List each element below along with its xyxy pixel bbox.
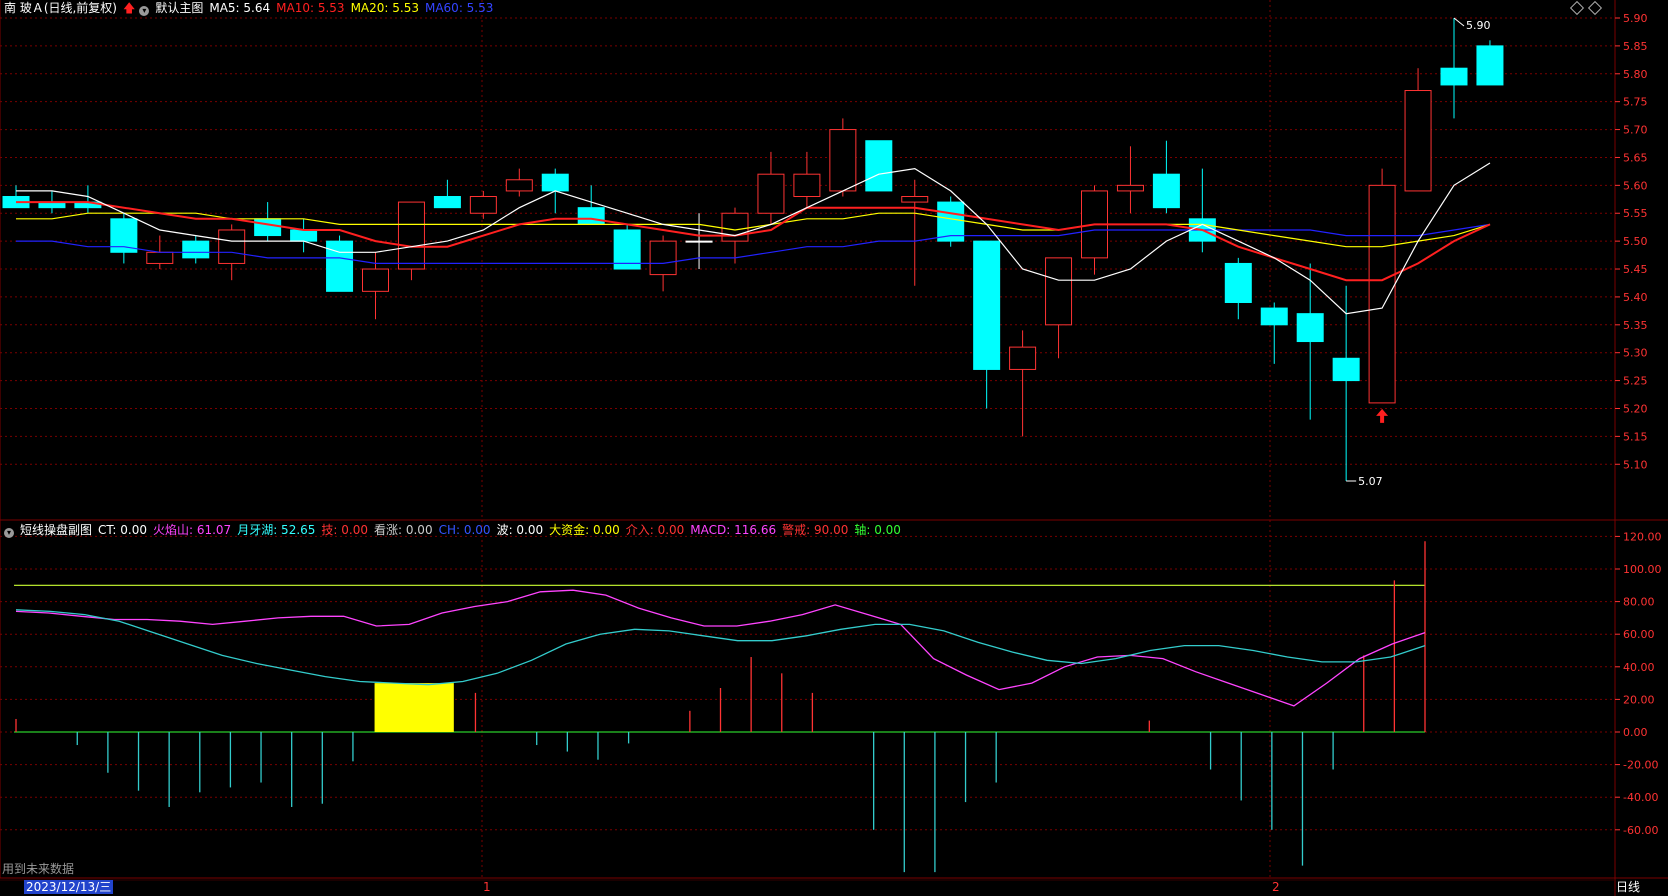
candle-body (1224, 262, 1252, 303)
y-tick-label: 5.20 (1623, 402, 1648, 415)
dazijin-block (374, 683, 454, 732)
y-tick-label: 5.60 (1623, 179, 1648, 192)
candle-body (146, 251, 174, 264)
y-tick-label: 20.00 (1623, 693, 1655, 706)
candle-body (649, 240, 677, 276)
indicator-value: 轴: 0.00 (854, 523, 901, 537)
candle-body (1045, 257, 1073, 326)
y-tick-label: 5.65 (1623, 151, 1648, 164)
candle-body (326, 240, 354, 292)
candle-body (254, 218, 282, 237)
yueyahu-line (15, 609, 1426, 686)
chevron-down-icon[interactable]: ▾ (139, 6, 150, 16)
y-tick-label: 5.30 (1623, 347, 1648, 360)
candle-body (1368, 184, 1396, 404)
y-tick-label: 5.70 (1623, 124, 1648, 137)
y-tick-label: -20.00 (1623, 759, 1658, 772)
candle-body (865, 140, 893, 192)
indicator-value: 波: 0.00 (496, 523, 544, 537)
y-tick-label: 80.00 (1623, 596, 1655, 609)
max-pointer (1453, 17, 1465, 27)
indicator-value: 看涨: 0.00 (374, 523, 433, 537)
y-tick-label: 5.90 (1623, 12, 1648, 25)
ma5-label: MA5: 5.64 (209, 1, 271, 15)
future-data-note: 用到未来数据 (2, 862, 75, 876)
y-tick-label: 5.35 (1623, 319, 1648, 332)
indicator-value: 火焰山: 61.07 (152, 523, 232, 537)
indicator-value: 技: 0.00 (321, 523, 368, 537)
candle-body (577, 207, 605, 225)
ma20-label: MA20: 5.53 (350, 1, 419, 15)
candle-body (793, 173, 821, 198)
indicator-value: 介入: 0.00 (625, 523, 685, 537)
y-tick-label: 5.40 (1623, 291, 1648, 304)
ma10-label: MA10: 5.53 (276, 1, 345, 15)
candle-body (1440, 67, 1468, 86)
candle-body (685, 240, 713, 243)
y-tick-label: 5.75 (1623, 96, 1648, 109)
month-mark-2: 2 (1272, 880, 1280, 894)
stock-title[interactable]: 南 玻Ａ(日线,前复权) (4, 1, 117, 15)
y-tick-label: 40.00 (1623, 661, 1655, 674)
y-tick-label: -40.00 (1623, 791, 1658, 804)
candle-body (1476, 45, 1504, 86)
candle-body (1116, 184, 1144, 192)
candle-body (1404, 90, 1432, 192)
chart-canvas[interactable]: 5.10 5.15 5.20 5.25 5.30 5.35 5.40 5.45 5.50 5.55… (0, 0, 1668, 896)
indicator-value: MACD: 116.66 (690, 523, 777, 537)
max-price-label: 5.90 (1466, 19, 1491, 32)
candle-body (1009, 346, 1037, 370)
month-mark-1: 1 (483, 880, 491, 894)
y-tick-label: 120.00 (1623, 530, 1662, 543)
candle-body (469, 196, 497, 214)
indicator-name[interactable]: 短线操盘副图 (20, 523, 92, 537)
y-tick-label: 5.45 (1623, 263, 1648, 276)
candle-body (973, 240, 1001, 370)
y-tick-label: 5.80 (1623, 68, 1648, 81)
period-button[interactable]: 日线 (1616, 880, 1640, 894)
candle-body (182, 240, 210, 259)
indicator-value: CH: 0.00 (438, 523, 491, 537)
candle-body (757, 173, 785, 214)
y-tick-label: 5.15 (1623, 430, 1648, 443)
y-tick-label: 5.85 (1623, 40, 1648, 53)
candle-body (1260, 307, 1288, 326)
y-tick-label: 60.00 (1623, 628, 1655, 641)
candle-body (505, 179, 533, 192)
y-tick-label: 0.00 (1623, 726, 1648, 739)
main-chart-header: 南 玻Ａ(日线,前复权) 🡅 ▾ 默认主图 MA5: 5.64 MA10: 5.53 MA2… (4, 0, 499, 16)
chevron-down-icon[interactable]: ▾ (4, 528, 14, 538)
candle-body (218, 229, 246, 264)
candle-body (433, 196, 461, 209)
candle-body (829, 129, 857, 192)
candle-body (541, 173, 569, 192)
buy-signal-arrow-icon (1376, 408, 1389, 423)
indicator-value: 警戒: 90.00 (782, 523, 849, 537)
candle-body (1152, 173, 1180, 209)
candle-body (362, 268, 389, 292)
y-tick-label: -60.00 (1623, 824, 1658, 837)
min-price-label: 5.07 (1358, 475, 1383, 488)
ma60-label: MA60: 5.53 (424, 1, 494, 15)
candle-body (1332, 357, 1360, 382)
candle-body (721, 212, 749, 242)
y-tick-label: 5.50 (1623, 235, 1648, 248)
up-arrow-icon: 🡅 (123, 1, 136, 15)
indicator-value: 月牙湖: 52.65 (237, 523, 316, 537)
indicator-values: CT: 0.00 火焰山: 61.07 月牙湖: 52.65 技: 0.00 看涨: 0… (98, 523, 907, 537)
candle-body (290, 229, 318, 242)
y-tick-label: 5.25 (1623, 375, 1648, 388)
candle-body (397, 201, 425, 270)
y-tick-label: 5.55 (1623, 207, 1648, 220)
y-tick-label: 5.10 (1623, 458, 1648, 471)
template-name[interactable]: 默认主图 (155, 1, 203, 15)
indicator-value: CT: 0.00 (98, 523, 147, 537)
indicator-value: 大资金: 0.00 (549, 523, 620, 537)
sub-chart-header: ▾ 短线操盘副图 CT: 0.00 火焰山: 61.07 月牙湖: 52.65 技: 0.… (4, 522, 913, 538)
date-label: 2023/12/13/三 (24, 880, 114, 894)
candle-body (901, 196, 929, 203)
y-tick-label: 100.00 (1623, 563, 1662, 576)
candle-body (1296, 313, 1324, 343)
